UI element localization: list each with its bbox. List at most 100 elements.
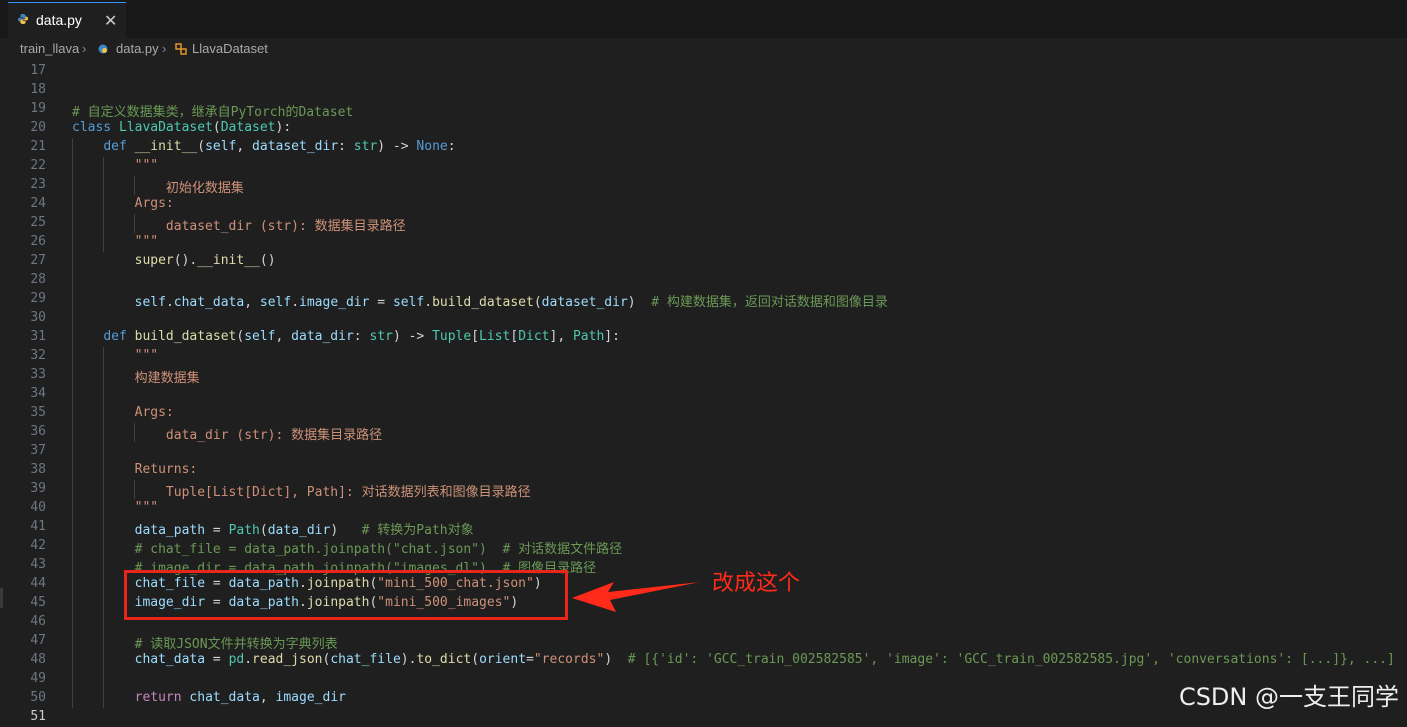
code-line[interactable]: 36 data_dir (str): 数据集目录路径: [0, 423, 1407, 443]
code-token: super: [134, 253, 174, 268]
code-token: ],: [549, 329, 573, 344]
code-token: =: [369, 295, 393, 310]
code-token: Dict: [518, 329, 550, 344]
code-line[interactable]: 42 # chat_file = data_path.joinpath("cha…: [0, 537, 1407, 557]
code-token: # 构建数据集，返回对话数据和图像目录: [651, 295, 888, 310]
code-token: pd: [228, 652, 245, 667]
code-line[interactable]: 17: [0, 62, 1407, 81]
code-token: =: [205, 652, 229, 667]
code-line[interactable]: 30: [0, 309, 1407, 328]
code-token: ):: [275, 120, 292, 135]
line-number: 22: [30, 158, 46, 173]
code-token: self: [205, 139, 237, 154]
line-number: 49: [30, 671, 46, 686]
close-icon[interactable]: ✕: [104, 11, 117, 31]
code-line[interactable]: 19 # 自定义数据集类，继承自PyTorch的Dataset: [0, 100, 1407, 120]
scroll-indicator: [0, 588, 3, 608]
class-symbol-icon: [175, 43, 187, 55]
breadcrumb: train_llava › data.py › LlavaDataset: [0, 38, 1407, 60]
code-line[interactable]: 18: [0, 81, 1407, 100]
tab-data-py[interactable]: data.py ✕: [8, 2, 126, 38]
code-token: data_dir (str): 数据集目录路径: [165, 428, 383, 443]
indent-guide: [134, 480, 135, 499]
code-line[interactable]: 22 """: [0, 157, 1407, 176]
line-number: 19: [30, 101, 46, 116]
line-number: 30: [30, 310, 46, 325]
code-token: ,: [244, 295, 260, 310]
tab-bar: data.py ✕: [0, 0, 1407, 38]
code-token: Args:: [134, 196, 174, 211]
code-token: :: [447, 139, 456, 154]
code-line[interactable]: 37: [0, 442, 1407, 461]
code-line[interactable]: 48 chat_data = pd.read_json (chat_file).t…: [0, 651, 1407, 670]
code-token: "records": [533, 652, 605, 667]
code-line[interactable]: 23 初始化数据集: [0, 176, 1407, 196]
line-number: 39: [30, 481, 46, 496]
code-line[interactable]: 47 # 读取JSON文件并转换为字典列表: [0, 632, 1407, 652]
code-line[interactable]: 27 super().__init__(): [0, 252, 1407, 271]
code-line[interactable]: 40 """: [0, 499, 1407, 518]
code-token: Path: [572, 329, 605, 344]
code-line[interactable]: 31 def build_dataset(self, data_dir: str…: [0, 328, 1407, 347]
code-line[interactable]: 24 Args:: [0, 195, 1407, 214]
code-token: build_dataset: [432, 295, 534, 310]
breadcrumb-folder[interactable]: train_llava: [20, 41, 79, 56]
code-token: class: [72, 120, 119, 135]
code-text: 构建数据集: [72, 367, 200, 386]
code-token: """: [134, 158, 159, 173]
code-editor[interactable]: 17 18 19 # 自定义数据集类，继承自PyTorch的Dataset 20 clas…: [0, 60, 1407, 724]
code-token: Tuple: [432, 329, 472, 344]
code-token: None: [416, 139, 448, 154]
code-text: data_dir (str): 数据集目录路径: [72, 424, 382, 443]
line-number: 26: [30, 234, 46, 249]
code-token: # 自定义数据集类，继承自PyTorch的Dataset: [72, 105, 354, 120]
code-token: self: [244, 329, 276, 344]
breadcrumb-symbol[interactable]: LlavaDataset: [192, 41, 268, 56]
code-line[interactable]: 35 Args:: [0, 404, 1407, 423]
code-token: =: [205, 523, 229, 538]
code-token: to_dict: [416, 652, 472, 667]
highlight-box: [124, 570, 568, 620]
code-token: return: [134, 690, 190, 705]
line-number: 47: [30, 633, 46, 648]
code-token: =: [526, 652, 534, 667]
code-token: [: [510, 329, 519, 344]
code-line[interactable]: 29 self.chat_data, self.image_dir = self…: [0, 290, 1407, 310]
code-line[interactable]: 32 """: [0, 347, 1407, 366]
code-token: ) ->: [377, 139, 417, 154]
indent-guide: [103, 157, 104, 252]
code-line[interactable]: 20 class LlavaDataset(Dataset):: [0, 119, 1407, 138]
code-token: """: [134, 348, 159, 363]
code-token: :: [353, 329, 370, 344]
code-line[interactable]: 39 Tuple[List[Dict], Path]: 对话数据列表和图像目录路…: [0, 480, 1407, 500]
code-token: Dataset: [220, 120, 276, 135]
code-line[interactable]: 28: [0, 271, 1407, 290]
code-token: 初始化数据集: [165, 181, 244, 196]
indent-guide: [103, 347, 104, 708]
code-text: """: [72, 158, 158, 173]
line-number: 24: [30, 196, 46, 211]
code-text: # chat_file = data_path.joinpath("chat.j…: [72, 538, 623, 557]
code-token: (: [212, 120, 221, 135]
code-line[interactable]: 25 dataset_dir (str): 数据集目录路径: [0, 214, 1407, 234]
code-text: Tuple[List[Dict], Path]: 对话数据列表和图像目录路径: [72, 481, 531, 500]
code-line[interactable]: 41 data_path = Path(data_dir) # 转换为Path对…: [0, 518, 1407, 538]
code-line[interactable]: 26 """: [0, 233, 1407, 252]
tab-label: data.py: [36, 12, 82, 28]
code-token: __init__: [134, 139, 198, 154]
code-text: dataset_dir (str): 数据集目录路径: [72, 215, 406, 234]
line-number: 40: [30, 500, 46, 515]
code-line[interactable]: 38 Returns:: [0, 461, 1407, 480]
code-line[interactable]: 21 def __init__(self, dataset_dir: str) …: [0, 138, 1407, 157]
line-number: 50: [30, 690, 46, 705]
code-token: str: [353, 139, 378, 154]
code-token: Path: [228, 523, 260, 538]
code-line[interactable]: 34: [0, 385, 1407, 404]
code-line[interactable]: 33 构建数据集: [0, 366, 1407, 386]
breadcrumb-file[interactable]: data.py: [116, 41, 159, 56]
